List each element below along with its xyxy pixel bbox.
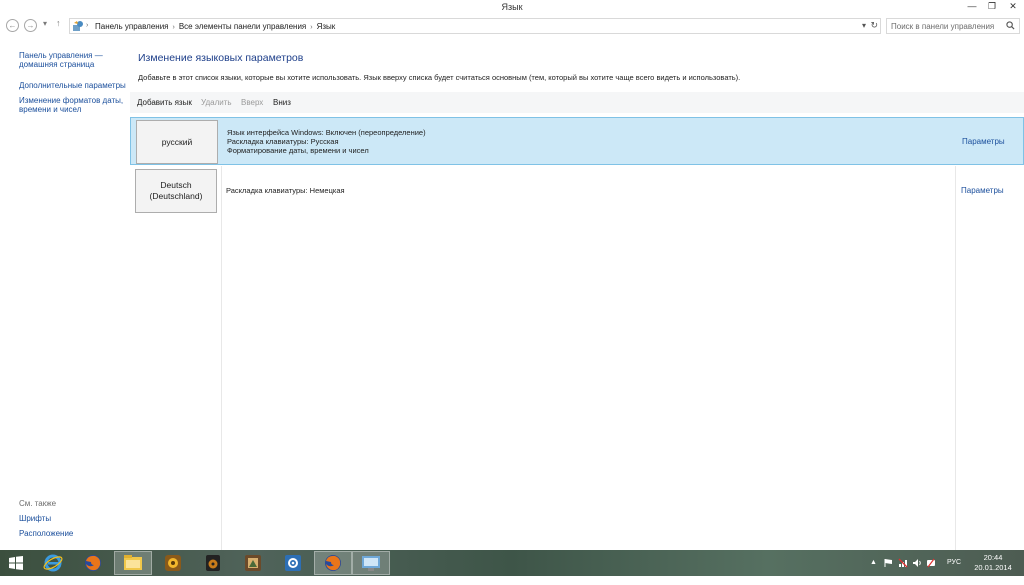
flag-icon[interactable]	[884, 558, 893, 568]
language-options-link[interactable]: Параметры	[961, 186, 1004, 195]
firefox-icon	[85, 555, 101, 571]
chevron-down-icon: ▾	[43, 19, 48, 28]
remove-button[interactable]: Удалить	[201, 98, 232, 107]
app-button-2[interactable]	[234, 551, 272, 575]
input-language-indicator[interactable]: РУС	[947, 559, 961, 566]
language-details: Язык интерфейса Windows: Включен (переоп…	[227, 128, 426, 155]
arrow-right-icon: →	[26, 21, 35, 30]
title-bar: Язык — ❐ ✕	[0, 0, 1024, 15]
address-bar[interactable]: › Панель управления › Все элементы панели …	[69, 18, 881, 34]
address-dropdown-icon[interactable]: ▾	[862, 21, 866, 30]
move-up-button[interactable]: Вверх	[241, 98, 263, 107]
language-row-russian[interactable]: русский Язык интерфейса Windows: Включен…	[130, 117, 1024, 165]
control-panel-icon	[362, 556, 380, 571]
arrow-up-icon: ↑	[56, 18, 61, 28]
move-down-button[interactable]: Вниз	[273, 98, 291, 107]
windows-logo-icon	[9, 556, 23, 570]
breadcrumb-separator: ›	[86, 22, 89, 29]
media-player-button[interactable]	[194, 551, 232, 575]
breadcrumb: Панель управления › Все элементы панели уп…	[95, 22, 335, 31]
window-title: Язык	[501, 2, 523, 12]
back-button[interactable]: ←	[6, 19, 19, 32]
breadcrumb-control-panel[interactable]: Панель управления	[95, 22, 169, 31]
advanced-settings-link[interactable]: Дополнительные параметры	[19, 81, 129, 90]
network-icon[interactable]	[898, 558, 908, 568]
speaker-icon	[206, 555, 220, 571]
forward-button[interactable]: →	[24, 19, 37, 32]
tray-app-icon[interactable]	[926, 558, 936, 568]
location-link[interactable]: Расположение	[19, 529, 129, 538]
main-content: Изменение языковых параметров Добавьте в…	[130, 37, 1024, 550]
breadcrumb-all-items[interactable]: Все элементы панели управления	[179, 22, 306, 31]
search-box[interactable]	[886, 18, 1020, 34]
maximize-button[interactable]: ❐	[982, 0, 1002, 14]
control-panel-icon	[73, 21, 83, 31]
clock-time: 20:44	[983, 553, 1003, 562]
app-icon	[245, 555, 261, 571]
detail-formatting: Форматирование даты, времени и чисел	[227, 146, 369, 155]
app-button-1[interactable]	[154, 551, 192, 575]
language-details: Раскладка клавиатуры: Немецкая	[226, 186, 345, 195]
breadcrumb-separator: ›	[310, 24, 313, 31]
breadcrumb-separator: ›	[172, 24, 175, 31]
detail-display-language: Язык интерфейса Windows: Включен (переоп…	[227, 128, 426, 137]
left-pane: Панель управления — домашняя страница До…	[0, 37, 130, 550]
column-divider	[221, 166, 222, 550]
language-toolbar: Добавить язык Удалить Вверх Вниз	[130, 92, 1024, 113]
language-button-german[interactable]: Deutsch (Deutschland)	[135, 169, 217, 213]
firefox-icon	[325, 555, 341, 571]
arrow-left-icon: ←	[8, 21, 17, 30]
show-hidden-icons[interactable]: ▲	[870, 559, 877, 585]
clock-date: 20.01.2014	[974, 563, 1012, 572]
app-icon	[165, 555, 181, 571]
see-also-title: См. также	[19, 499, 57, 508]
start-button[interactable]	[0, 551, 32, 575]
volume-icon[interactable]	[912, 558, 922, 568]
close-button[interactable]: ✕	[1002, 0, 1024, 14]
search-input[interactable]	[891, 20, 999, 32]
firefox-button[interactable]	[74, 551, 112, 575]
fonts-link[interactable]: Шрифты	[19, 514, 129, 523]
system-clock[interactable]: 20:44 20.01.2014	[970, 553, 1016, 573]
internet-explorer-button[interactable]	[34, 551, 72, 575]
breadcrumb-language[interactable]: Язык	[317, 22, 336, 31]
add-language-button[interactable]: Добавить язык	[137, 98, 192, 107]
minimize-button[interactable]: —	[962, 0, 982, 14]
control-panel-home-link[interactable]: Панель управления — домашняя страница	[19, 51, 129, 69]
language-row-german[interactable]: Deutsch (Deutschland) Раскладка клавиату…	[130, 167, 1024, 215]
control-panel-button[interactable]	[352, 551, 390, 575]
navigation-bar: ← → ▾ ↑ › Панель управления › Все элементы…	[0, 15, 1024, 37]
refresh-icon[interactable]: ↻	[870, 20, 878, 31]
language-button-russian[interactable]: русский	[136, 120, 218, 164]
settings-app-icon	[285, 555, 301, 571]
internet-explorer-icon	[43, 554, 63, 572]
page-description: Добавьте в этот список языки, которые вы…	[138, 73, 741, 82]
page-title: Изменение языковых параметров	[138, 52, 304, 64]
recent-locations-button[interactable]: ▾	[43, 19, 47, 28]
search-icon[interactable]	[1006, 21, 1015, 30]
file-explorer-button[interactable]	[114, 551, 152, 575]
taskbar: ▲ РУС 20:44 20.01.2014	[0, 550, 1024, 576]
language-options-link[interactable]: Параметры	[962, 137, 1005, 146]
up-button[interactable]: ↑	[56, 18, 61, 28]
firefox-button-2[interactable]	[314, 551, 352, 575]
detail-keyboard-layout: Раскладка клавиатуры: Русская	[227, 137, 339, 146]
change-formats-link[interactable]: Изменение форматов даты, времени и чисел	[19, 96, 129, 114]
detail-keyboard-layout: Раскладка клавиатуры: Немецкая	[226, 186, 345, 195]
folder-icon	[124, 555, 142, 570]
app-button-3[interactable]	[274, 551, 312, 575]
language-list: русский Язык интерфейса Windows: Включен…	[130, 117, 1024, 550]
column-divider	[955, 166, 956, 550]
